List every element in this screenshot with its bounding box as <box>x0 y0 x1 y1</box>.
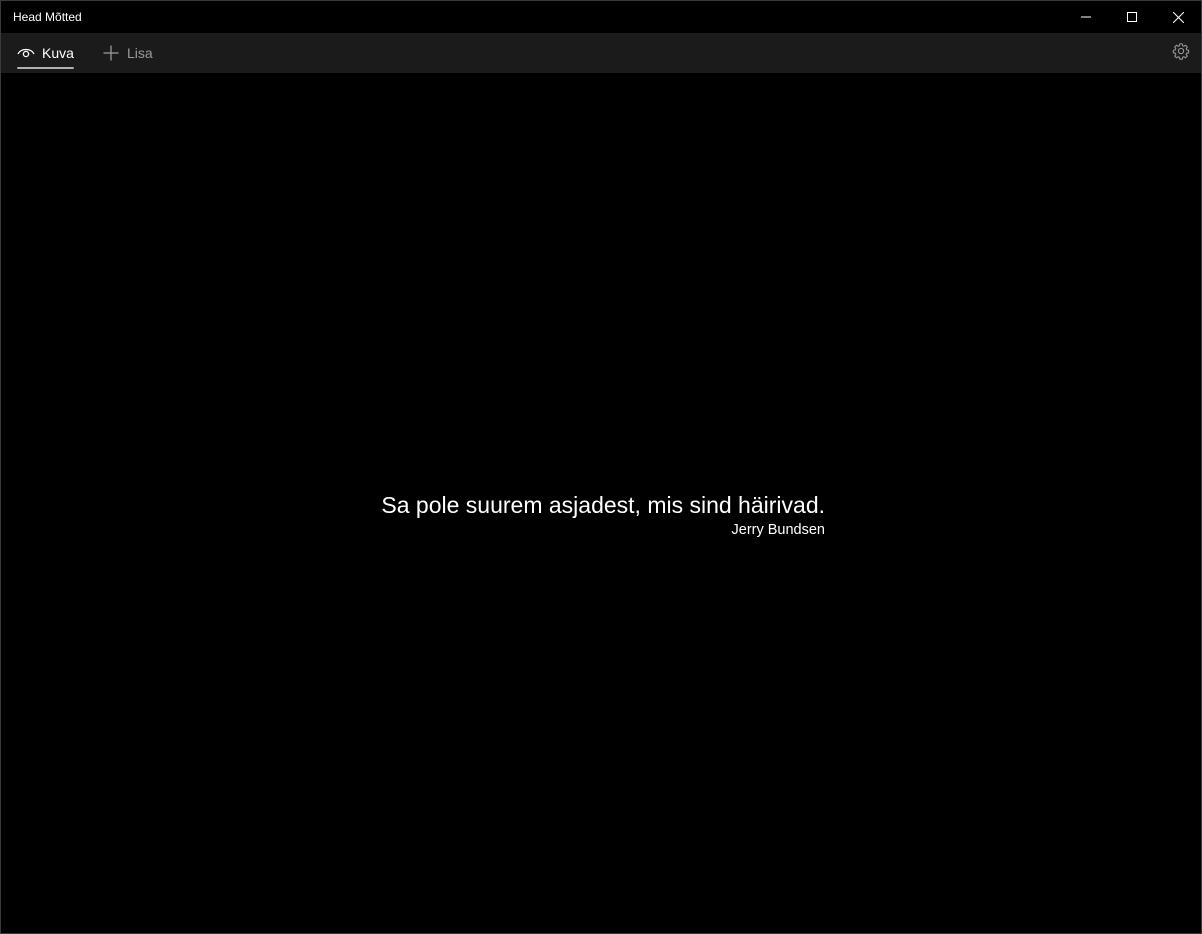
maximize-icon <box>1127 12 1137 22</box>
quote-author: Jerry Bundsen <box>731 522 826 538</box>
tab-lisa[interactable]: Lisa <box>102 33 153 73</box>
maximize-button[interactable] <box>1109 1 1155 33</box>
tab-label: Kuva <box>42 45 74 61</box>
navigation-bar: Kuva Lisa <box>1 33 1201 73</box>
close-button[interactable] <box>1155 1 1201 33</box>
minimize-icon <box>1081 12 1091 22</box>
selected-tab-indicator <box>17 67 74 69</box>
settings-button[interactable] <box>1167 39 1195 67</box>
quote-text: Sa pole suurem asjadest, mis sind häiriv… <box>381 492 825 518</box>
minimize-button[interactable] <box>1063 1 1109 33</box>
quote-display-area: Sa pole suurem asjadest, mis sind häiriv… <box>1 73 1201 933</box>
close-icon <box>1172 11 1184 23</box>
app-window: Head Mõtted Kuva Lisa Sa pole suurem asj… <box>0 0 1202 934</box>
plus-icon <box>102 44 120 62</box>
title-bar[interactable]: Head Mõtted <box>1 1 1201 33</box>
tab-label: Lisa <box>127 45 153 61</box>
tab-kuva[interactable]: Kuva <box>17 33 74 73</box>
caption-buttons <box>1063 1 1201 33</box>
gear-icon <box>1172 42 1190 65</box>
app-title: Head Mõtted <box>13 10 82 24</box>
quote-block: Sa pole suurem asjadest, mis sind häiriv… <box>381 490 825 540</box>
eye-icon <box>17 44 35 62</box>
